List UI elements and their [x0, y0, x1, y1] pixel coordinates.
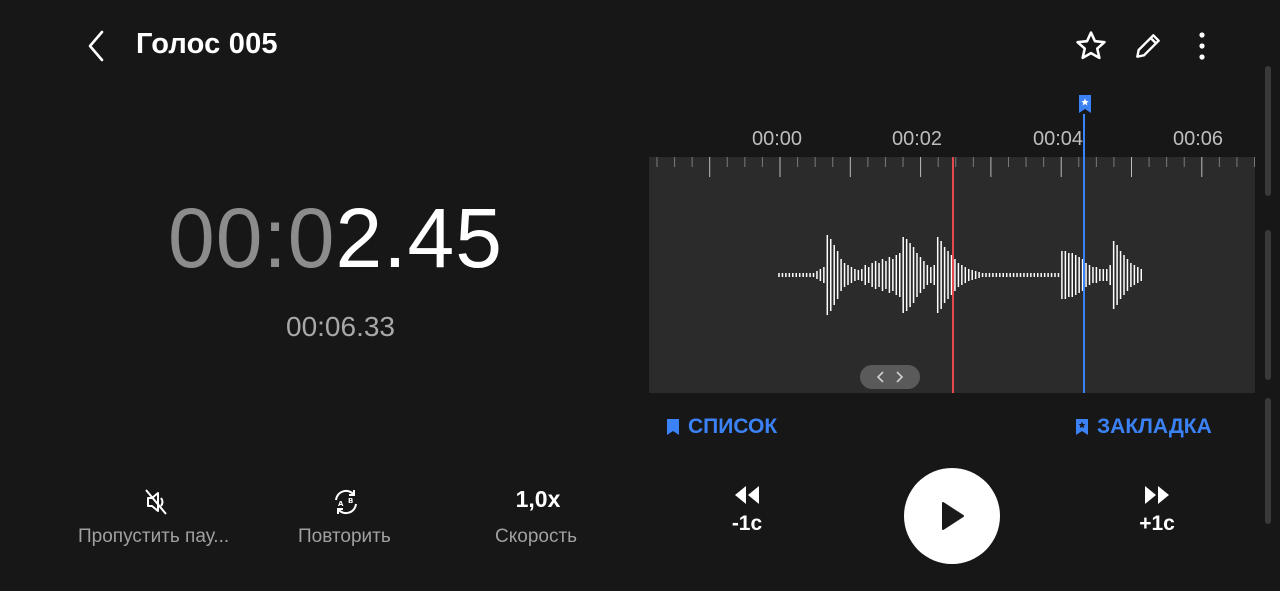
timeline-tick-label: 00:00 — [752, 128, 803, 150]
waveform — [656, 157, 1256, 393]
scrollbar-track-bottom — [1265, 398, 1271, 524]
repeat-ab-icon: A B — [335, 489, 357, 515]
skip-silence-label: Пропустить пау... — [78, 526, 230, 547]
svg-text:B: B — [348, 497, 353, 505]
forward-label: +1с — [1139, 512, 1175, 535]
elapsed-time: 00:02.45 — [168, 196, 503, 280]
page-title: Голос 005 — [136, 28, 278, 60]
add-bookmark-label: ЗАКЛАДКА — [1097, 415, 1212, 438]
scrollbar-track-middle — [1265, 230, 1271, 380]
waveform-panel[interactable] — [649, 157, 1256, 393]
rewind-button[interactable]: -1с — [722, 484, 772, 544]
bookmark-list-label: СПИСОК — [688, 415, 778, 438]
bookmark-add-icon — [1076, 419, 1088, 435]
star-icon — [1076, 31, 1106, 60]
rewind-label: -1с — [731, 512, 763, 535]
more-options-button[interactable] — [1186, 27, 1218, 65]
svg-text:A: A — [338, 500, 344, 508]
speed-value: 1,0x — [515, 486, 561, 512]
waveform-scroll-handle[interactable] — [860, 365, 920, 389]
timeline-tick-label: 00:04 — [1033, 128, 1084, 150]
forward-button[interactable]: +1с — [1132, 484, 1182, 544]
speed-label: Скорость — [495, 526, 578, 547]
edit-button[interactable] — [1129, 27, 1167, 65]
rewind-icon — [735, 486, 759, 504]
back-button[interactable] — [78, 28, 114, 64]
repeat-button[interactable]: A B — [328, 484, 364, 520]
bookmark-marker[interactable] — [1077, 94, 1093, 114]
play-button[interactable] — [904, 468, 1000, 564]
bookmark-list-button[interactable]: СПИСОК — [666, 415, 777, 439]
elapsed-time-dim: 00:0 — [168, 191, 336, 285]
chevron-left-right-icon — [876, 371, 904, 383]
timeline-tick-label: 00:06 — [1173, 128, 1224, 150]
scrollbar-track-top[interactable] — [1265, 66, 1271, 196]
favorite-button[interactable] — [1072, 27, 1110, 65]
elapsed-time-bright: 2.45 — [335, 191, 503, 285]
total-duration: 00:06.33 — [286, 311, 395, 342]
bookmark-icon — [1079, 95, 1091, 113]
back-icon — [88, 30, 104, 62]
add-bookmark-button[interactable]: ЗАКЛАДКА — [1075, 415, 1212, 439]
pencil-icon — [1136, 34, 1160, 58]
more-icon — [1199, 32, 1205, 60]
bookmark-icon — [667, 419, 679, 435]
forward-icon — [1145, 486, 1169, 504]
timeline-tick-label: 00:02 — [892, 128, 943, 150]
play-icon — [942, 502, 964, 530]
skip-silence-icon — [145, 489, 167, 515]
bookmark-line — [1083, 114, 1085, 393]
skip-silence-button[interactable] — [138, 484, 174, 520]
repeat-label: Повторить — [298, 526, 391, 547]
